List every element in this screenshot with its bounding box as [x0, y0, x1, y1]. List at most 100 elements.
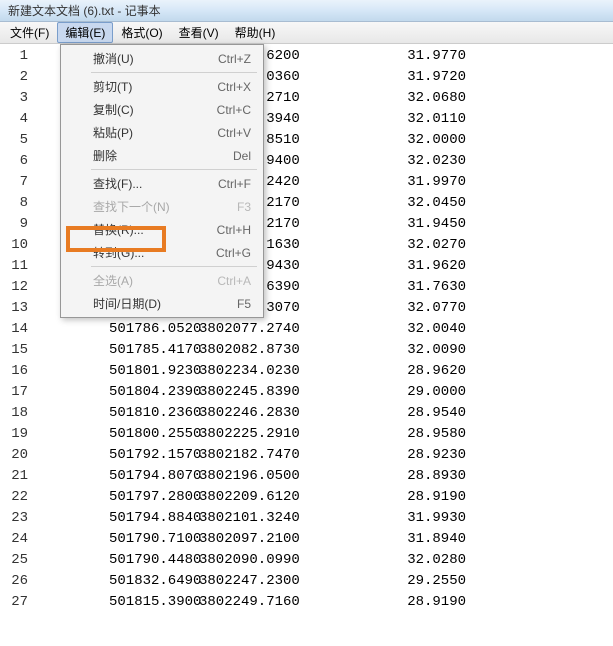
col3: 31.9620 — [364, 256, 474, 277]
text-row: 501786.05203802077.274032.0040 — [34, 319, 613, 340]
text-row: 501794.80703802196.050028.8930 — [34, 466, 613, 487]
window-titlebar: 新建文本文档 (6).txt - 记事本 — [0, 0, 613, 22]
col3: 28.9580 — [364, 424, 474, 445]
menu-view[interactable]: 查看(V) — [171, 22, 227, 43]
col1: 501801.9230 — [34, 361, 199, 382]
col3: 32.0000 — [364, 130, 474, 151]
menu-find[interactable]: 查找(F)... Ctrl+F — [63, 172, 261, 195]
menu-goto[interactable]: 转到(G)... Ctrl+G — [63, 241, 261, 264]
col3: 31.9930 — [364, 508, 474, 529]
line-number: 16 — [0, 361, 28, 382]
col3: 28.9190 — [364, 487, 474, 508]
menu-undo-shortcut: Ctrl+Z — [218, 52, 251, 66]
menu-cut[interactable]: 剪切(T) Ctrl+X — [63, 75, 261, 98]
line-number: 14 — [0, 319, 28, 340]
line-number: 10 — [0, 235, 28, 256]
line-number: 23 — [0, 508, 28, 529]
col2: 3802246.2830 — [199, 403, 364, 424]
col3: 31.8940 — [364, 529, 474, 550]
menu-find-label: 查找(F)... — [93, 175, 142, 192]
line-number: 18 — [0, 403, 28, 424]
col2: 3802234.0230 — [199, 361, 364, 382]
col3: 31.9970 — [364, 172, 474, 193]
window-title: 新建文本文档 (6).txt - 记事本 — [8, 4, 161, 18]
col3: 32.0280 — [364, 550, 474, 571]
edit-dropdown: 撤消(U) Ctrl+Z 剪切(T) Ctrl+X 复制(C) Ctrl+C 粘… — [60, 44, 264, 318]
menu-find-shortcut: Ctrl+F — [218, 177, 251, 191]
line-number: 13 — [0, 298, 28, 319]
line-numbers: 1234567891011121314151617181920212223242… — [0, 44, 34, 613]
col1: 501794.8840 — [34, 508, 199, 529]
line-number: 20 — [0, 445, 28, 466]
menu-replace-shortcut: Ctrl+H — [217, 223, 251, 237]
text-row: 501810.23603802246.283028.9540 — [34, 403, 613, 424]
menu-datetime-shortcut: F5 — [237, 297, 251, 311]
menu-replace[interactable]: 替换(R)... Ctrl+H — [63, 218, 261, 241]
col2: 3802209.6120 — [199, 487, 364, 508]
col1: 501785.4170 — [34, 340, 199, 361]
col2: 3802249.7160 — [199, 592, 364, 613]
col3: 28.8930 — [364, 466, 474, 487]
col2: 3802196.0500 — [199, 466, 364, 487]
col3: 32.0090 — [364, 340, 474, 361]
col3: 28.9230 — [364, 445, 474, 466]
text-row: 501800.25503802225.291028.9580 — [34, 424, 613, 445]
col3: 32.0770 — [364, 298, 474, 319]
menu-help[interactable]: 帮助(H) — [227, 22, 284, 43]
col1: 501797.2800 — [34, 487, 199, 508]
menu-format[interactable]: 格式(O) — [113, 22, 170, 43]
separator — [91, 169, 257, 170]
line-number: 3 — [0, 88, 28, 109]
col1: 501832.6490 — [34, 571, 199, 592]
col3: 32.0110 — [364, 109, 474, 130]
col2: 3802182.7470 — [199, 445, 364, 466]
menu-findnext-label: 查找下一个(N) — [93, 198, 170, 215]
col3: 31.7630 — [364, 277, 474, 298]
text-row: 501832.64903802247.230029.2550 — [34, 571, 613, 592]
menu-undo[interactable]: 撤消(U) Ctrl+Z — [63, 47, 261, 70]
col3: 31.9770 — [364, 46, 474, 67]
menu-selectall[interactable]: 全选(A) Ctrl+A — [63, 269, 261, 292]
col3: 31.9450 — [364, 214, 474, 235]
text-row: 501801.92303802234.023028.9620 — [34, 361, 613, 382]
line-number: 24 — [0, 529, 28, 550]
text-row: 501797.28003802209.612028.9190 — [34, 487, 613, 508]
col2: 3802090.0990 — [199, 550, 364, 571]
line-number: 2 — [0, 67, 28, 88]
line-number: 6 — [0, 151, 28, 172]
menu-selectall-label: 全选(A) — [93, 272, 133, 289]
menu-copy[interactable]: 复制(C) Ctrl+C — [63, 98, 261, 121]
text-row: 501794.88403802101.324031.9930 — [34, 508, 613, 529]
line-number: 12 — [0, 277, 28, 298]
col2: 3802082.8730 — [199, 340, 364, 361]
col3: 31.9720 — [364, 67, 474, 88]
col3: 32.0270 — [364, 235, 474, 256]
col1: 501786.0520 — [34, 319, 199, 340]
line-number: 21 — [0, 466, 28, 487]
col1: 501815.3900 — [34, 592, 199, 613]
col1: 501792.1570 — [34, 445, 199, 466]
col3: 29.2550 — [364, 571, 474, 592]
menu-file[interactable]: 文件(F) — [2, 22, 57, 43]
menu-datetime[interactable]: 时间/日期(D) F5 — [63, 292, 261, 315]
col2: 3802101.3240 — [199, 508, 364, 529]
col1: 501790.7100 — [34, 529, 199, 550]
menu-goto-label: 转到(G)... — [93, 244, 144, 261]
menu-paste[interactable]: 粘贴(P) Ctrl+V — [63, 121, 261, 144]
menu-edit[interactable]: 编辑(E) — [57, 22, 113, 43]
line-number: 19 — [0, 424, 28, 445]
col3: 32.0230 — [364, 151, 474, 172]
col3: 29.0000 — [364, 382, 474, 403]
text-row: 501792.15703802182.747028.9230 — [34, 445, 613, 466]
text-row: 501790.71003802097.210031.8940 — [34, 529, 613, 550]
line-number: 7 — [0, 172, 28, 193]
menu-selectall-shortcut: Ctrl+A — [217, 274, 251, 288]
col1: 501790.4480 — [34, 550, 199, 571]
menubar: 文件(F) 编辑(E) 格式(O) 查看(V) 帮助(H) — [0, 22, 613, 44]
col1: 501794.8070 — [34, 466, 199, 487]
line-number: 26 — [0, 571, 28, 592]
line-number: 4 — [0, 109, 28, 130]
menu-delete-shortcut: Del — [233, 149, 251, 163]
col1: 501804.2390 — [34, 382, 199, 403]
menu-delete[interactable]: 删除 Del — [63, 144, 261, 167]
